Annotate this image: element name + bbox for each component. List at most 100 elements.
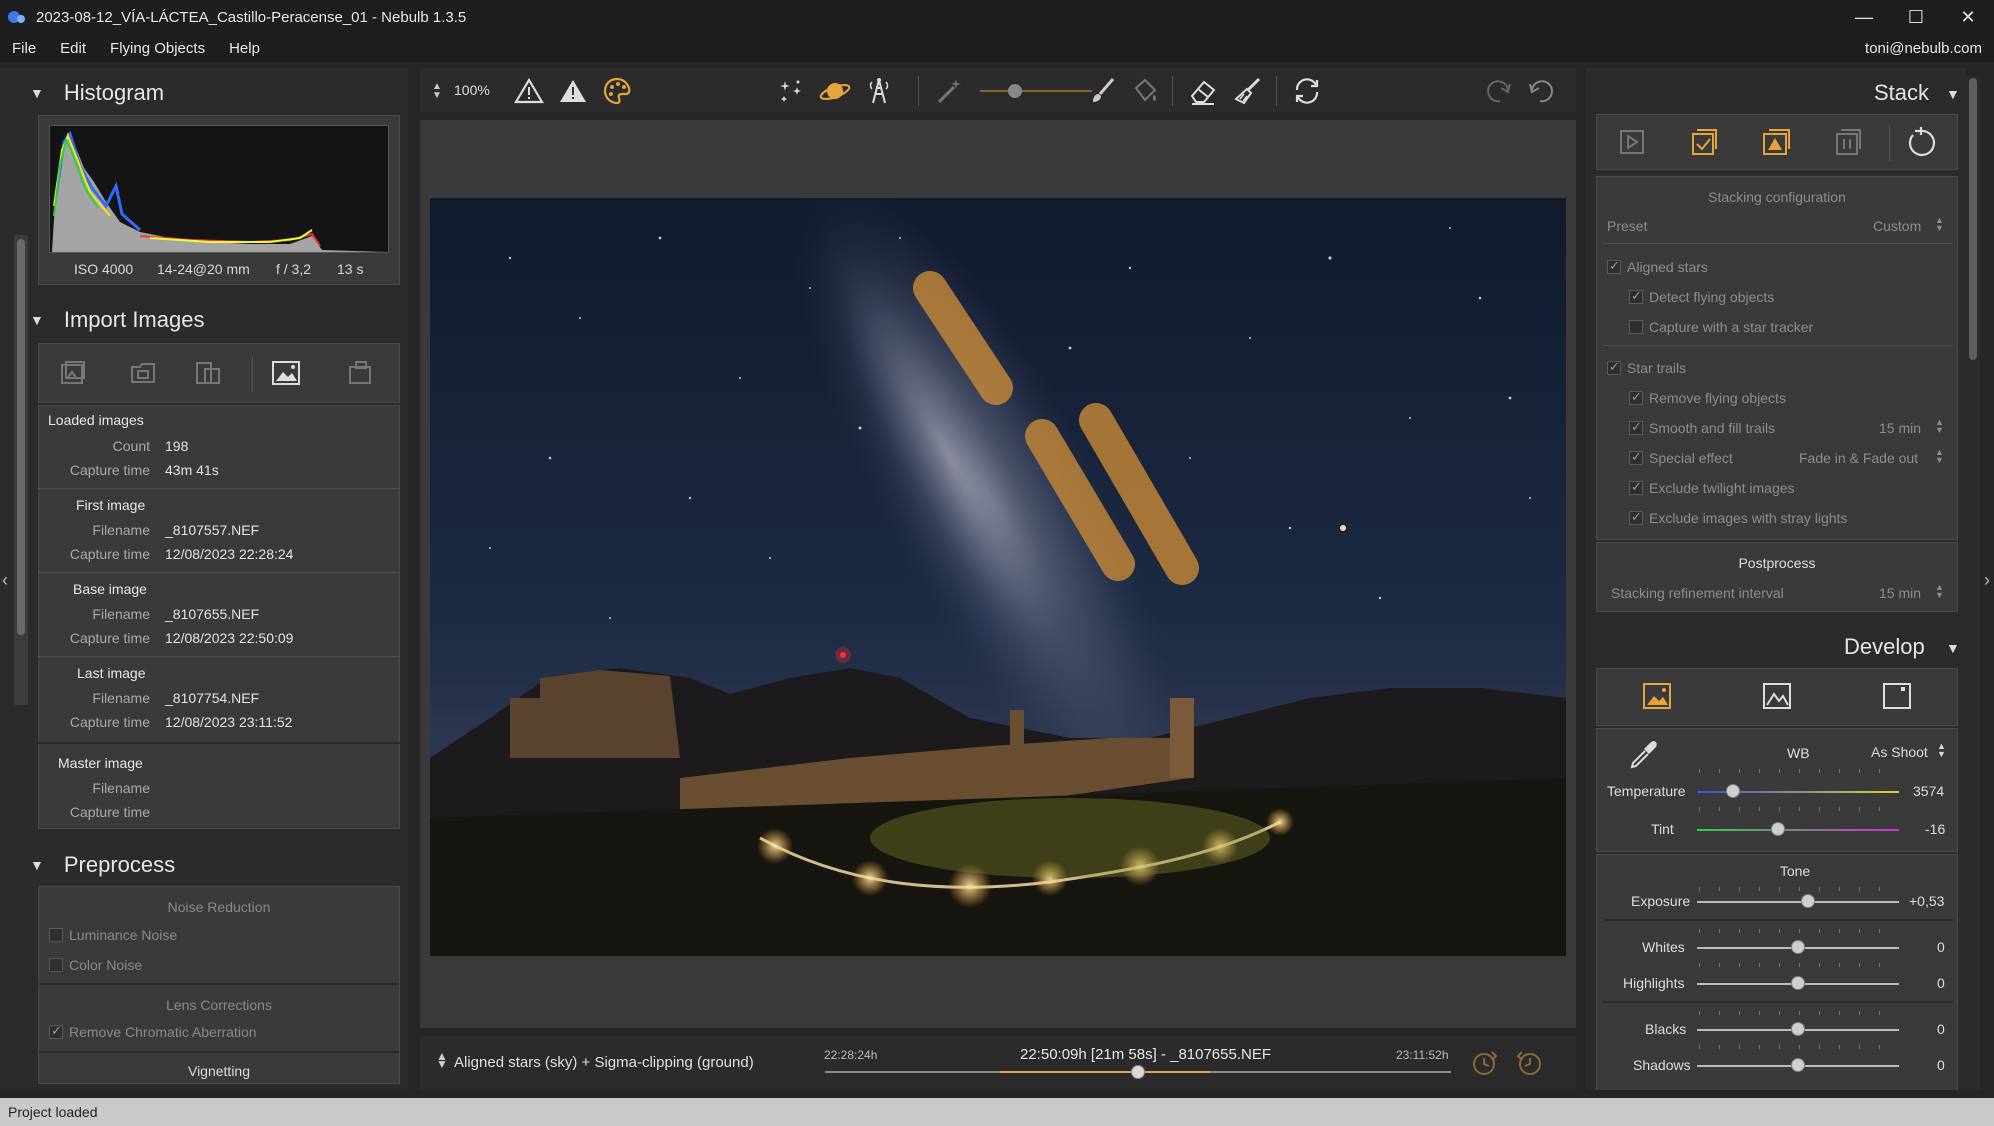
shadows-value[interactable]: 0 xyxy=(1937,1057,1945,1073)
detect-flying-checkbox[interactable] xyxy=(1629,288,1643,304)
shadows-slider-knob[interactable] xyxy=(1791,1058,1805,1072)
timeline-slider-knob[interactable] xyxy=(1131,1065,1145,1079)
exclude-twilight-checkbox[interactable] xyxy=(1629,479,1643,495)
capture-tracker-checkbox[interactable] xyxy=(1629,320,1643,334)
right-scrollbar-thumb[interactable] xyxy=(1969,78,1977,360)
warning-outline-icon[interactable] xyxy=(512,74,546,108)
magic-wand-icon[interactable] xyxy=(932,74,966,108)
develop-sky-icon[interactable] xyxy=(1641,681,1673,716)
play-mode-icon[interactable] xyxy=(1617,127,1647,162)
eraser-icon[interactable] xyxy=(1186,74,1220,108)
temperature-slider-knob[interactable] xyxy=(1726,784,1741,798)
temperature-value[interactable]: 3574 xyxy=(1913,783,1944,799)
smooth-fill-checkbox[interactable] xyxy=(1629,419,1643,435)
base-image-icon[interactable] xyxy=(269,356,303,390)
brush-size-slider-track[interactable] xyxy=(980,90,1092,92)
tint-slider-knob[interactable] xyxy=(1770,822,1785,836)
reset-stack-icon[interactable] xyxy=(1905,127,1937,164)
tower-icon[interactable] xyxy=(862,74,896,108)
aligned-stars-mode-icon[interactable] xyxy=(1689,127,1719,162)
collapse-triangle-icon[interactable]: ▼ xyxy=(30,857,44,873)
minimize-button[interactable]: — xyxy=(1838,0,1890,34)
collapse-triangle-icon[interactable]: ▼ xyxy=(30,312,44,328)
close-button[interactable]: ✕ xyxy=(1942,0,1994,34)
stack-collapse-triangle-icon[interactable]: ▼ xyxy=(1946,86,1960,102)
preset-select[interactable]: Custom xyxy=(1873,218,1921,234)
user-account[interactable]: toni@nebulb.com xyxy=(1865,40,1982,57)
whites-value[interactable]: 0 xyxy=(1937,939,1945,955)
maximize-button[interactable]: ☐ xyxy=(1890,0,1942,34)
left-scrollbar-thumb[interactable] xyxy=(17,239,25,635)
import-sequence-icon[interactable] xyxy=(191,356,225,390)
stack-mode-select[interactable]: Aligned stars (sky) + Sigma-clipping (gr… xyxy=(454,1054,754,1071)
tint-value[interactable]: -16 xyxy=(1925,821,1945,837)
fill-bucket-icon[interactable] xyxy=(1128,74,1162,108)
clean-brush-icon[interactable] xyxy=(1230,74,1264,108)
right-scrollbar[interactable] xyxy=(1966,76,1980,1090)
aligned-stars-checkbox[interactable] xyxy=(1607,258,1621,274)
special-effect-checkbox[interactable] xyxy=(1629,449,1643,465)
special-effect-stepper-icon[interactable]: ▲ ▼ xyxy=(1935,448,1944,465)
wb-stepper-icon[interactable]: ▲ ▼ xyxy=(1937,742,1946,759)
tint-slider-track[interactable] xyxy=(1697,829,1899,831)
image-viewer[interactable] xyxy=(420,120,1576,1028)
menu-flying-objects[interactable]: Flying Objects xyxy=(98,40,217,57)
preset-stepper-icon[interactable]: ▲ ▼ xyxy=(1935,216,1944,233)
timeline-selected-range[interactable] xyxy=(1000,1071,1210,1073)
histogram-header[interactable]: ▼ Histogram xyxy=(30,80,164,106)
eyedropper-icon[interactable] xyxy=(1627,737,1661,776)
zoom-stepper-icon[interactable]: ▲ ▼ xyxy=(428,74,446,108)
smooth-fill-stepper-icon[interactable]: ▲ ▼ xyxy=(1935,418,1944,435)
mode-stepper-icon[interactable]: ▲ ▼ xyxy=(436,1050,448,1070)
left-scrollbar[interactable] xyxy=(14,235,28,705)
color-noise-checkbox[interactable] xyxy=(49,958,63,972)
brush-icon[interactable] xyxy=(1086,74,1120,108)
luminance-noise-checkbox[interactable] xyxy=(49,928,63,942)
warning-filled-icon[interactable] xyxy=(556,74,590,108)
star-trails-checkbox[interactable] xyxy=(1607,359,1621,375)
zoom-level[interactable]: 100% xyxy=(454,82,490,98)
menu-file[interactable]: File xyxy=(0,40,48,57)
highlights-value[interactable]: 0 xyxy=(1937,975,1945,991)
collapse-left-chevron-icon[interactable]: ‹ xyxy=(2,570,8,591)
remove-flying-checkbox[interactable] xyxy=(1629,389,1643,405)
special-effect-select[interactable]: Fade in & Fade out xyxy=(1799,450,1918,466)
brush-size-slider-knob[interactable] xyxy=(1008,84,1022,98)
refresh-icon[interactable] xyxy=(1290,74,1324,108)
exposure-slider-knob[interactable] xyxy=(1801,894,1816,908)
exposure-slider-track[interactable] xyxy=(1697,901,1899,903)
collapse-triangle-icon[interactable]: ▼ xyxy=(30,85,44,101)
blacks-value[interactable]: 0 xyxy=(1937,1021,1945,1037)
menu-help[interactable]: Help xyxy=(217,40,272,57)
master-image-icon[interactable] xyxy=(343,356,377,390)
exposure-value[interactable]: +0,53 xyxy=(1909,893,1944,909)
import-images-icon[interactable] xyxy=(56,356,90,390)
blacks-slider-knob[interactable] xyxy=(1791,1022,1805,1036)
import-folder-icon[interactable] xyxy=(126,356,160,390)
star-trails-mode-icon[interactable] xyxy=(1761,127,1791,162)
refinement-stepper-icon[interactable]: ▲ ▼ xyxy=(1935,583,1944,600)
time-back-icon[interactable] xyxy=(1514,1048,1544,1083)
highlights-slider-knob[interactable] xyxy=(1791,976,1805,990)
develop-collapse-triangle-icon[interactable]: ▼ xyxy=(1946,640,1960,656)
stars-icon[interactable] xyxy=(774,74,808,108)
undo-icon[interactable] xyxy=(1524,74,1558,108)
smooth-fill-select[interactable]: 15 min xyxy=(1879,420,1921,436)
frames-mode-icon[interactable] xyxy=(1833,127,1863,162)
menu-edit[interactable]: Edit xyxy=(48,40,98,57)
palette-icon[interactable] xyxy=(600,74,634,108)
astro-photo[interactable] xyxy=(430,198,1566,956)
develop-crop-icon[interactable] xyxy=(1881,681,1913,716)
develop-landscape-icon[interactable] xyxy=(1761,681,1793,716)
redo-icon[interactable] xyxy=(1482,74,1516,108)
import-header[interactable]: ▼ Import Images xyxy=(30,307,204,333)
exclude-stray-checkbox[interactable] xyxy=(1629,509,1643,525)
time-forward-icon[interactable] xyxy=(1470,1048,1500,1083)
remove-ca-checkbox[interactable] xyxy=(49,1023,63,1039)
planet-icon[interactable] xyxy=(818,74,852,108)
wb-select[interactable]: As Shoot xyxy=(1871,744,1928,760)
refinement-select[interactable]: 15 min xyxy=(1879,585,1921,601)
whites-slider-knob[interactable] xyxy=(1791,940,1805,954)
preprocess-header[interactable]: ▼ Preprocess xyxy=(30,852,175,878)
collapse-right-chevron-icon[interactable]: › xyxy=(1984,570,1990,591)
